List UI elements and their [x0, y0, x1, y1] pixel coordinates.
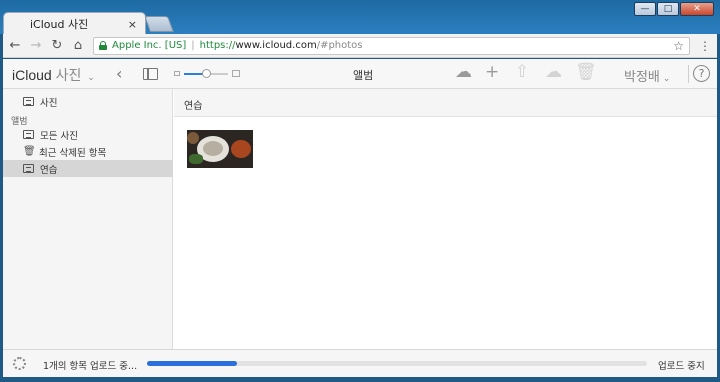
- url-text[interactable]: https://www.icloud.com/#photos: [200, 40, 363, 51]
- sidebar: 사진 앨범 모든 사진 🗑 최근 삭제된 항목 연습: [3, 89, 173, 349]
- maximize-button[interactable]: □: [657, 2, 679, 16]
- header-divider: [688, 65, 689, 83]
- photo-thumbnail[interactable]: [187, 130, 253, 168]
- delete-icon[interactable]: 🗑: [575, 64, 597, 81]
- browser-tab[interactable]: iCloud 사진 ×: [3, 12, 146, 35]
- sidebar-item-photos[interactable]: 사진: [3, 93, 173, 110]
- address-separator: |: [191, 40, 195, 51]
- close-window-button[interactable]: ✕: [680, 2, 714, 16]
- chevron-down-icon: ⌄: [87, 72, 95, 82]
- back-arrow-icon[interactable]: ←: [9, 38, 21, 53]
- spinner-icon: [13, 357, 26, 370]
- tab-title: iCloud 사진: [30, 18, 89, 31]
- upload-progress-bar: [147, 361, 647, 366]
- forward-arrow-icon[interactable]: →: [30, 38, 42, 53]
- sidebar-item-label: 연습: [40, 164, 58, 176]
- thumb-dish: [187, 132, 199, 144]
- stop-upload-button[interactable]: 업로드 중지: [658, 358, 705, 372]
- album-content: 연습: [174, 89, 717, 349]
- browser-window: — □ ✕ iCloud 사진 × ← → ↻ ⌂ Apple Inc. [US…: [0, 0, 720, 382]
- user-name: 박정배: [624, 70, 660, 85]
- zoom-slider[interactable]: [174, 69, 240, 79]
- thumb-food: [203, 141, 223, 156]
- upload-icon[interactable]: ☁: [455, 64, 472, 81]
- grid-icon: [23, 164, 34, 173]
- grid-icon: [23, 130, 34, 139]
- album-header: 연습: [174, 89, 717, 117]
- icloud-photos-app: iCloud 사진 ⌄ ‹ 앨범 ☁ + ⇧ ☁ 🗑 박정배 ⌄ ? 사진 앨범…: [3, 59, 717, 377]
- app-name: 사진: [55, 67, 82, 83]
- sidebar-item-label: 모든 사진: [40, 130, 78, 142]
- back-chevron-icon[interactable]: ‹: [116, 64, 122, 83]
- help-icon[interactable]: ?: [693, 65, 710, 82]
- url-scheme: https://: [199, 40, 236, 51]
- reload-icon[interactable]: ↻: [51, 38, 63, 53]
- tab-close-icon[interactable]: ×: [128, 18, 137, 31]
- certificate-org[interactable]: Apple Inc. [US]: [112, 40, 186, 51]
- home-icon[interactable]: ⌂: [72, 38, 84, 53]
- upload-status-bar: 1개의 항목 업로드 중... 업로드 중지: [3, 349, 717, 377]
- lock-icon: [99, 41, 107, 50]
- trash-icon: 🗑: [23, 145, 36, 157]
- address-bar[interactable]: Apple Inc. [US] | https://www.icloud.com…: [93, 36, 690, 55]
- add-icon[interactable]: +: [485, 64, 499, 81]
- sidebar-item-recently-deleted[interactable]: 🗑 최근 삭제된 항목: [3, 143, 173, 160]
- app-header: iCloud 사진 ⌄ ‹ 앨범 ☁ + ⇧ ☁ 🗑 박정배 ⌄ ?: [3, 59, 717, 89]
- app-switcher[interactable]: iCloud 사진 ⌄: [12, 65, 95, 85]
- sidebar-toggle-icon[interactable]: [143, 68, 158, 80]
- browser-menu-icon[interactable]: ⋮: [699, 39, 711, 53]
- window-controls: — □ ✕: [634, 2, 714, 16]
- user-menu[interactable]: 박정배 ⌄: [624, 66, 670, 85]
- photos-grid-icon: [23, 97, 34, 106]
- sidebar-item-label: 최근 삭제된 항목: [39, 147, 107, 159]
- zoom-knob[interactable]: [201, 69, 211, 78]
- download-icon[interactable]: ☁: [545, 64, 562, 81]
- sidebar-item-practice[interactable]: 연습: [3, 160, 173, 177]
- thumb-bowl: [231, 140, 251, 158]
- upload-status-text: 1개의 항목 업로드 중...: [43, 361, 138, 372]
- chevron-down-icon: ⌄: [662, 74, 671, 84]
- zoom-out-icon: [174, 71, 180, 76]
- bookmark-star-icon[interactable]: ☆: [673, 39, 684, 53]
- browser-toolbar: ← → ↻ ⌂ Apple Inc. [US] | https://www.ic…: [3, 34, 717, 58]
- album-title: 연습: [184, 101, 203, 112]
- apple-logo-icon: [12, 18, 24, 30]
- sidebar-item-label: 사진: [40, 97, 58, 109]
- minimize-button[interactable]: —: [634, 2, 656, 16]
- url-host: www.icloud.com: [235, 40, 317, 51]
- brand-name: iCloud: [12, 67, 52, 83]
- thumb-greens: [189, 154, 203, 164]
- sidebar-item-all-photos[interactable]: 모든 사진: [3, 126, 173, 143]
- zoom-in-icon: [232, 70, 240, 77]
- share-icon[interactable]: ⇧: [515, 64, 529, 81]
- url-path: /#photos: [316, 40, 363, 51]
- upload-progress-fill: [147, 361, 237, 366]
- view-title: 앨범: [353, 69, 374, 82]
